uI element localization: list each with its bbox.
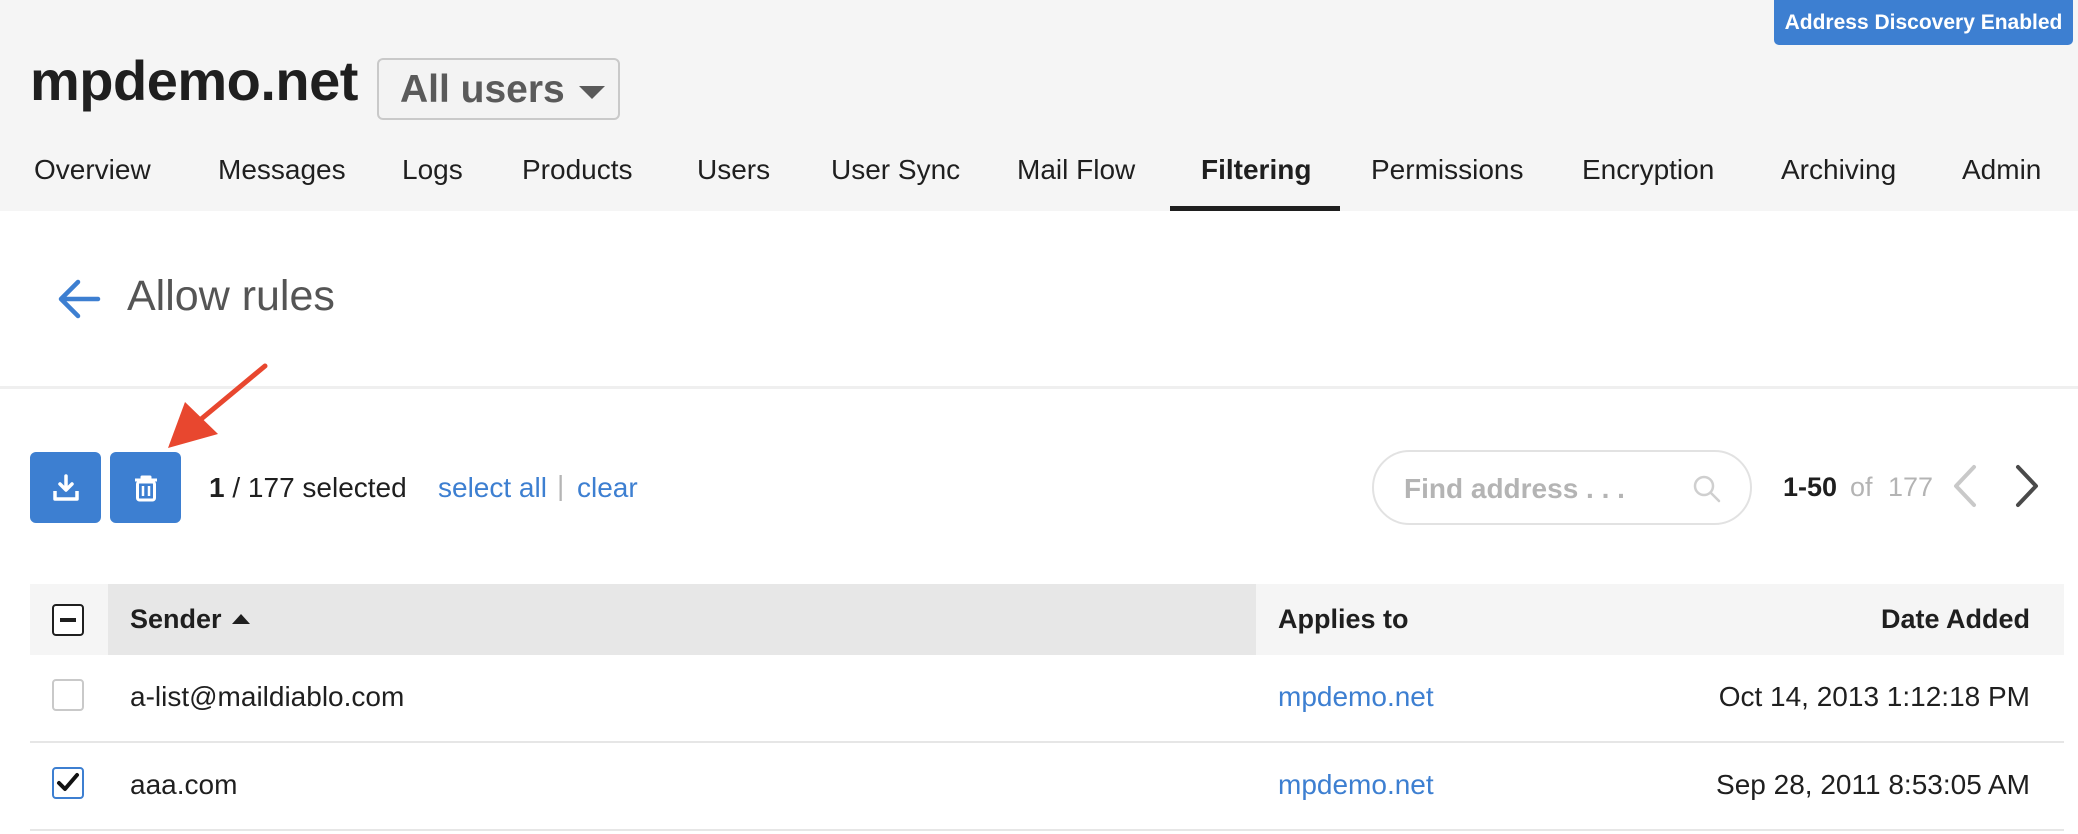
delete-button[interactable]	[110, 452, 181, 523]
address-search[interactable]	[1372, 450, 1752, 525]
column-header-sender[interactable]: Sender	[130, 604, 222, 635]
nav-tab-users[interactable]: Users	[697, 140, 770, 211]
selected-number: 1	[209, 472, 225, 503]
active-tab-indicator	[1170, 206, 1340, 211]
applies-to-link[interactable]: mpdemo.net	[1278, 769, 1434, 801]
sort-ascending-icon	[232, 614, 250, 624]
column-header-date-added[interactable]: Date Added	[1881, 604, 2030, 635]
nav-tab-overview[interactable]: Overview	[34, 140, 151, 211]
nav-tab-logs[interactable]: Logs	[402, 140, 463, 211]
sender-cell: a-list@maildiablo.com	[130, 681, 405, 712]
column-header-applies-to[interactable]: Applies to	[1278, 604, 1409, 635]
sorted-column-highlight	[108, 584, 1256, 655]
table-row[interactable]: aaa.com mpdemo.net Sep 28, 2011 8:53:05 …	[30, 743, 2064, 831]
row-checkbox[interactable]	[52, 767, 84, 799]
back-arrow-icon[interactable]	[56, 278, 102, 320]
table-row[interactable]: a-list@maildiablo.com mpdemo.net Oct 14,…	[30, 655, 2064, 743]
prev-page-button[interactable]	[1950, 463, 1980, 514]
nav-tab-permissions[interactable]: Permissions	[1371, 140, 1523, 211]
nav-tab-filtering[interactable]: Filtering	[1201, 140, 1311, 211]
nav-tab-user-sync[interactable]: User Sync	[831, 140, 960, 211]
annotation-arrow-icon	[168, 363, 268, 448]
date-added-cell: Oct 14, 2013 1:12:18 PM	[1718, 681, 2030, 712]
trash-icon	[135, 475, 157, 502]
select-all-link[interactable]: select all	[438, 472, 547, 504]
select-all-checkbox[interactable]	[52, 604, 84, 636]
selection-count: 1 / 177 selected	[209, 472, 407, 504]
nav-tab-admin[interactable]: Admin	[1962, 140, 2041, 211]
nav-tab-messages[interactable]: Messages	[218, 140, 346, 211]
pager-of-label: of	[1850, 472, 1873, 502]
download-icon	[53, 474, 79, 501]
chevron-down-icon	[579, 86, 605, 99]
nav-tab-mail-flow[interactable]: Mail Flow	[1017, 140, 1135, 211]
chevron-right-icon	[2016, 465, 2038, 507]
user-filter-dropdown[interactable]: All users	[377, 58, 620, 120]
checkmark-icon	[57, 773, 79, 791]
chevron-left-icon	[1954, 465, 1976, 507]
sender-cell: aaa.com	[130, 769, 238, 800]
address-discovery-badge: Address Discovery Enabled	[1774, 0, 2073, 45]
table-header: Sender Applies to Date Added	[30, 584, 2064, 655]
nav-tab-encryption[interactable]: Encryption	[1582, 140, 1714, 211]
pager-range: 1-50	[1783, 472, 1838, 502]
next-page-button[interactable]	[2012, 463, 2042, 514]
search-icon	[1693, 475, 1721, 503]
link-separator: |	[557, 470, 565, 501]
selected-total: / 177 selected	[232, 472, 407, 503]
section-divider	[0, 386, 2078, 389]
export-button[interactable]	[30, 452, 101, 523]
clear-link[interactable]: clear	[577, 472, 638, 504]
applies-to-link[interactable]: mpdemo.net	[1278, 681, 1434, 713]
nav-tab-products[interactable]: Products	[522, 140, 633, 211]
nav-tab-archiving[interactable]: Archiving	[1781, 140, 1896, 211]
top-header: Address Discovery Enabled mpdemo.net All…	[0, 0, 2078, 211]
row-checkbox[interactable]	[52, 679, 84, 711]
domain-title: mpdemo.net	[30, 49, 358, 112]
main-nav: Overview Messages Logs Products Users Us…	[0, 140, 2078, 211]
search-input[interactable]	[1402, 466, 1706, 512]
date-added-cell: Sep 28, 2011 8:53:05 AM	[1716, 769, 2030, 800]
user-filter-value: All users	[400, 68, 565, 111]
pager-total: 177	[1888, 472, 1934, 502]
page-title: Allow rules	[127, 272, 335, 320]
